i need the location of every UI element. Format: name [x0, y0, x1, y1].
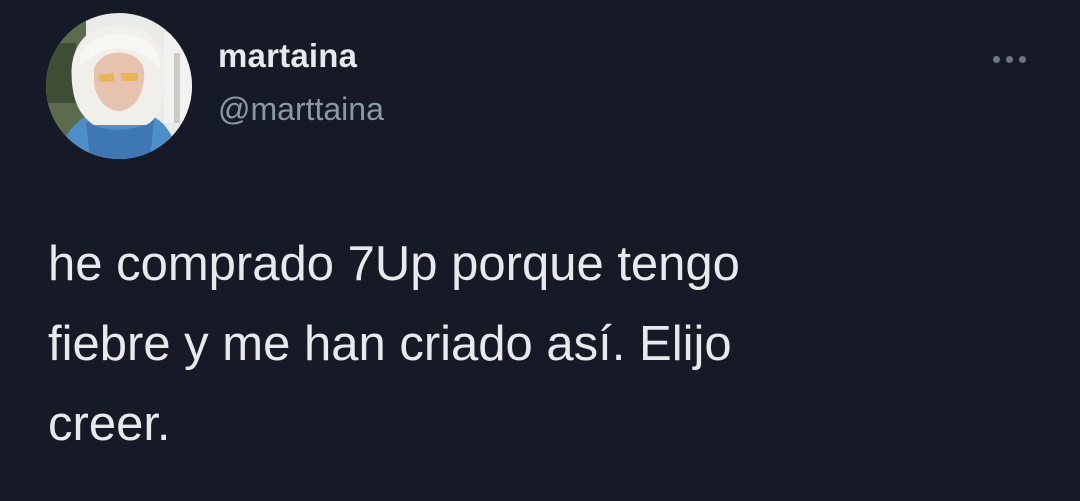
- author-display-name[interactable]: martaina: [218, 37, 357, 75]
- tweet-text-line-3: creer.: [48, 397, 171, 451]
- tweet-card: martaina @marttaina he comprado 7Up porq…: [0, 0, 1080, 501]
- profile-photo-icon[interactable]: [46, 13, 192, 159]
- more-dot: [1005, 55, 1013, 63]
- more-dot: [1018, 55, 1026, 63]
- tweet-text: he comprado 7Up porque tengo fiebre y me…: [48, 224, 1008, 464]
- tweet-text-line-1: he comprado 7Up porque tengo: [48, 237, 740, 291]
- more-options-icon[interactable]: [985, 44, 1033, 74]
- more-dot: [992, 55, 1000, 63]
- tweet-text-line-2: fiebre y me han criado así. Elijo: [48, 317, 732, 371]
- avatar-image: [46, 13, 192, 159]
- author-handle[interactable]: @marttaina: [218, 91, 384, 128]
